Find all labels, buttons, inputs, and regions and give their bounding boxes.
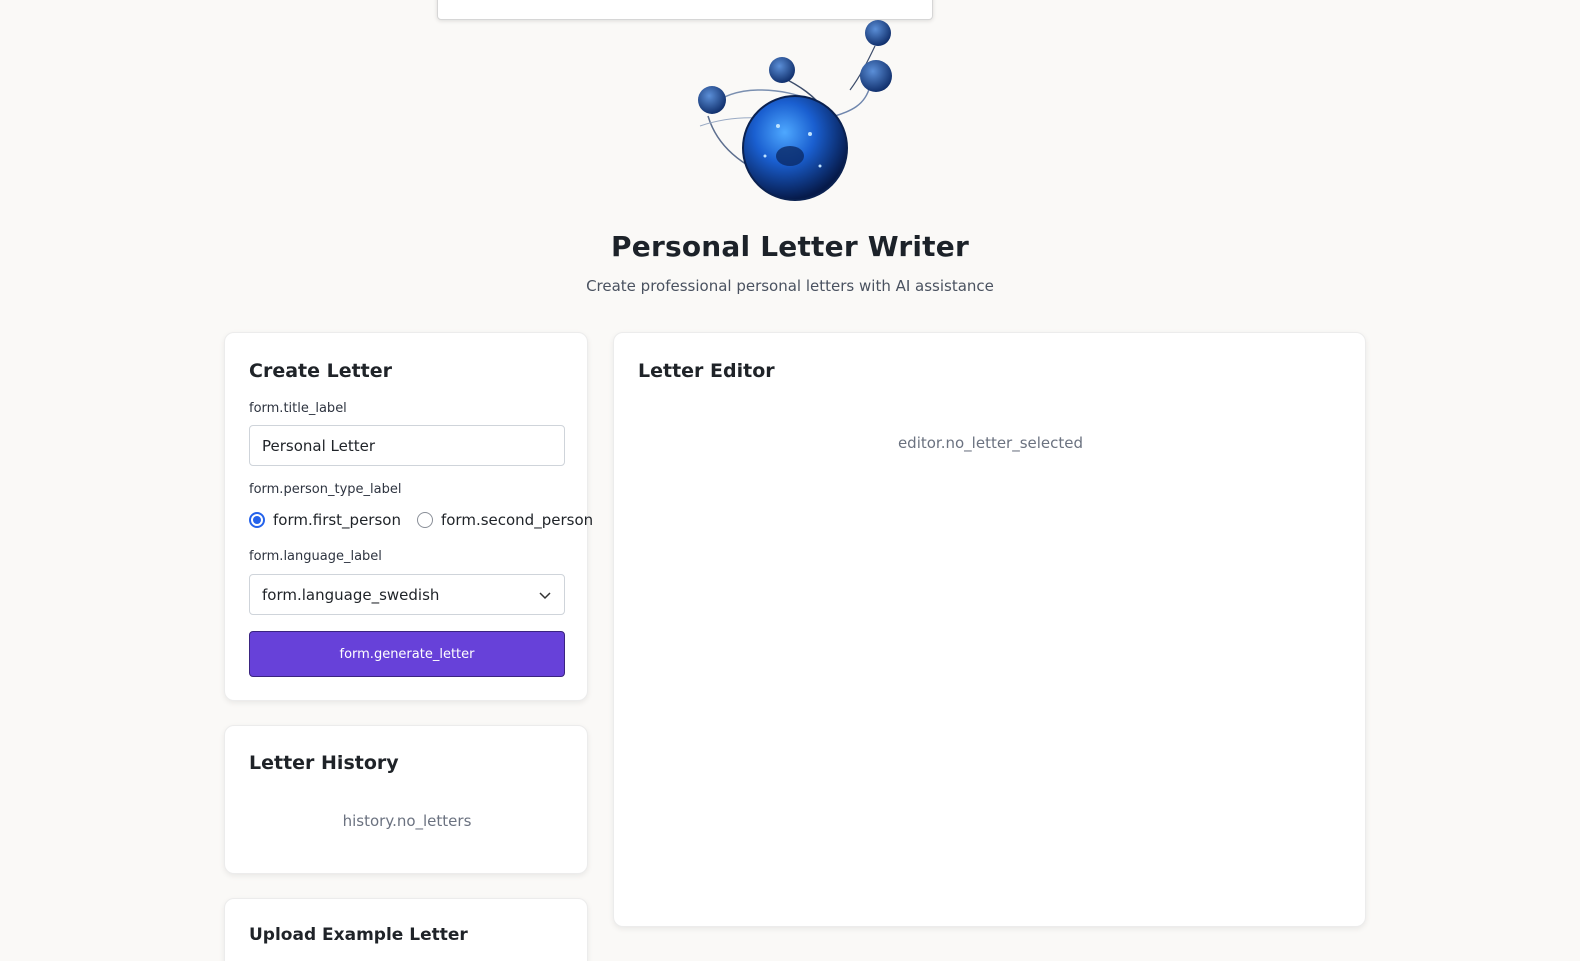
first-person-label[interactable]: form.first_person — [273, 511, 401, 529]
create-letter-heading: Create Letter — [249, 360, 393, 382]
person-type-radio-group: form.first_person form.second_person — [249, 511, 609, 529]
second-person-label[interactable]: form.second_person — [441, 511, 593, 529]
editor-empty-message: editor.no_letter_selected — [897, 434, 1084, 452]
sphere-logo-icon — [698, 20, 892, 201]
page-title: Personal Letter Writer — [611, 230, 969, 263]
language-select[interactable]: form.language_swedish — [249, 574, 565, 615]
upload-example-heading: Upload Example Letter — [249, 925, 468, 945]
title-input[interactable] — [249, 425, 565, 466]
letter-history-card: Letter History history.no_letters — [224, 725, 588, 874]
title-field-label: form.title_label — [249, 401, 347, 416]
create-letter-card: Create Letter form.title_label form.pers… — [224, 332, 593, 701]
language-label: form.language_label — [249, 549, 382, 564]
page-subtitle: Create professional personal letters wit… — [586, 277, 994, 295]
upload-example-card: Upload Example Letter — [224, 898, 588, 961]
letter-history-heading: Letter History — [249, 752, 399, 774]
generate-letter-button[interactable]: form.generate_letter — [249, 631, 565, 677]
person-type-label: form.person_type_label — [249, 482, 402, 497]
history-empty-message: history.no_letters — [342, 812, 472, 830]
first-person-option[interactable]: form.first_person — [249, 511, 401, 529]
letter-editor-heading: Letter Editor — [638, 360, 775, 382]
chevron-down-icon — [539, 591, 551, 599]
first-person-radio[interactable] — [249, 512, 265, 528]
second-person-option[interactable]: form.second_person — [416, 511, 593, 529]
language-select-value: form.language_swedish — [262, 585, 440, 604]
letter-editor-card: Letter Editor editor.no_letter_selected — [613, 332, 1366, 927]
second-person-radio[interactable] — [416, 512, 433, 528]
